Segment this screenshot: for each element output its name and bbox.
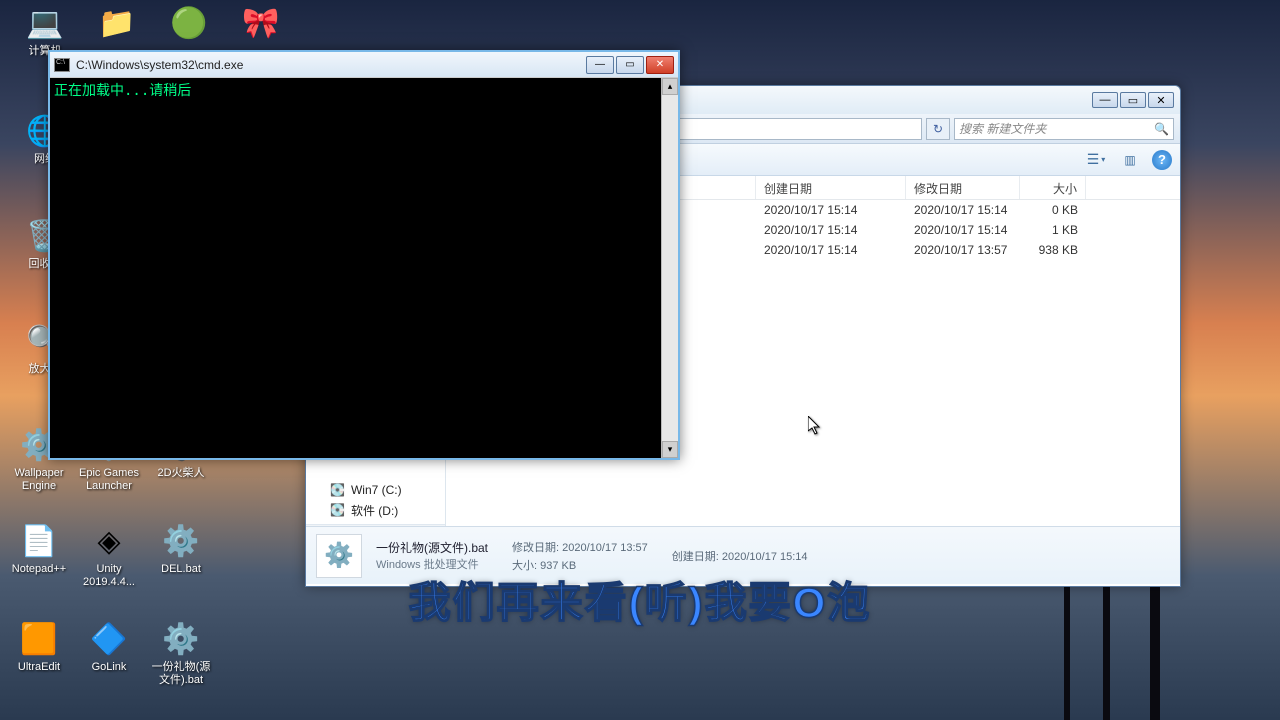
cell-modified: 2020/10/17 15:14: [906, 222, 1020, 238]
details-filetype: Windows 批处理文件: [376, 556, 488, 572]
app-icon: ◈: [88, 520, 130, 562]
cell-created: 2020/10/17 15:14: [756, 222, 906, 238]
file-type-icon: ⚙️: [316, 534, 362, 578]
explorer-close-button[interactable]: ✕: [1148, 92, 1174, 108]
app-icon: 💻: [24, 2, 66, 44]
details-mod-value: 2020/10/17 13:57: [562, 542, 648, 554]
cmd-minimize-button[interactable]: —: [586, 56, 614, 74]
cmd-window: C:\Windows\system32\cmd.exe — ▭ ✕ 正在加载中.…: [48, 50, 680, 460]
desktop-icon-pink[interactable]: 🎀: [226, 2, 296, 44]
icon-label: DEL.bat: [159, 562, 203, 577]
cmd-scrollbar[interactable]: ▴ ▾: [661, 78, 678, 458]
tree-item-d-drive[interactable]: 💽 软件 (D:): [306, 500, 445, 520]
col-header-modified[interactable]: 修改日期: [906, 176, 1020, 199]
cell-modified: 2020/10/17 15:14: [906, 202, 1020, 218]
search-input[interactable]: 搜索 新建文件夹 🔍: [954, 118, 1174, 140]
cell-size: 938 KB: [1020, 242, 1086, 258]
cmd-icon: [54, 58, 70, 72]
desktop-icon-idm[interactable]: 🟢: [154, 2, 224, 44]
col-header-size[interactable]: 大小: [1020, 176, 1086, 199]
icon-label: 2D火柴人: [155, 466, 206, 481]
icon-label: 一份礼物(源文件).bat: [146, 660, 216, 688]
cmd-content[interactable]: 正在加载中...请稍后: [50, 78, 661, 458]
search-icon: 🔍: [1154, 122, 1169, 136]
cmd-title-text: C:\Windows\system32\cmd.exe: [76, 58, 586, 72]
app-icon: 📄: [18, 520, 60, 562]
desktop-icon-golink[interactable]: 🔷GoLink: [74, 618, 144, 675]
explorer-maximize-button[interactable]: ▭: [1120, 92, 1146, 108]
help-button[interactable]: ?: [1152, 150, 1172, 170]
scroll-up-arrow[interactable]: ▴: [662, 78, 678, 95]
cell-created: 2020/10/17 15:14: [756, 202, 906, 218]
details-created-value: 2020/10/17 15:14: [722, 551, 808, 563]
search-placeholder: 搜索 新建文件夹: [959, 120, 1046, 137]
cmd-titlebar[interactable]: C:\Windows\system32\cmd.exe — ▭ ✕: [50, 52, 678, 78]
explorer-minimize-button[interactable]: —: [1092, 92, 1118, 108]
app-icon: 🟢: [168, 2, 210, 44]
tree-label: 软件 (D:): [351, 502, 398, 519]
details-filename: 一份礼物(源文件).bat: [376, 539, 488, 556]
cmd-close-button[interactable]: ✕: [646, 56, 674, 74]
desktop-icon-delbat[interactable]: ⚙️DEL.bat: [146, 520, 216, 577]
scroll-down-arrow[interactable]: ▾: [662, 441, 678, 458]
details-pane: ⚙️ 一份礼物(源文件).bat Windows 批处理文件 修改日期: 202…: [306, 526, 1180, 584]
view-options-button[interactable]: ☰: [1084, 149, 1108, 171]
app-icon: 🔷: [88, 618, 130, 660]
desktop-icon-giftbat[interactable]: ⚙️一份礼物(源文件).bat: [146, 618, 216, 688]
icon-label: Notepad++: [10, 562, 68, 577]
refresh-button[interactable]: ↻: [926, 118, 950, 140]
desktop-icon-notepadpp[interactable]: 📄Notepad++: [4, 520, 74, 577]
desktop-icon-folder[interactable]: 📁: [82, 2, 152, 44]
icon-label: GoLink: [90, 660, 129, 675]
icon-label: Wallpaper Engine: [4, 466, 74, 494]
desktop-icon-unity[interactable]: ◈Unity 2019.4.4...: [74, 520, 144, 590]
details-size-value: 937 KB: [540, 560, 576, 572]
cell-modified: 2020/10/17 13:57: [906, 242, 1020, 258]
drive-icon: 💽: [330, 503, 345, 517]
icon-label: UltraEdit: [16, 660, 62, 675]
app-icon: 📁: [96, 2, 138, 44]
cell-size: 0 KB: [1020, 202, 1086, 218]
app-icon: 🟧: [18, 618, 60, 660]
app-icon: 🎀: [240, 2, 282, 44]
cell-size: 1 KB: [1020, 222, 1086, 238]
tree-label: Win7 (C:): [351, 483, 402, 497]
app-icon: ⚙️: [160, 618, 202, 660]
icon-label: Epic Games Launcher: [74, 466, 144, 494]
cell-created: 2020/10/17 15:14: [756, 242, 906, 258]
app-icon: ⚙️: [160, 520, 202, 562]
drive-icon: 💽: [330, 483, 345, 497]
icon-label: Unity 2019.4.4...: [74, 562, 144, 590]
col-header-created[interactable]: 创建日期: [756, 176, 906, 199]
tree-item-c-drive[interactable]: 💽 Win7 (C:): [306, 480, 445, 500]
preview-pane-button[interactable]: ▥: [1118, 149, 1142, 171]
desktop-icon-ultraedit[interactable]: 🟧UltraEdit: [4, 618, 74, 675]
cmd-maximize-button[interactable]: ▭: [616, 56, 644, 74]
